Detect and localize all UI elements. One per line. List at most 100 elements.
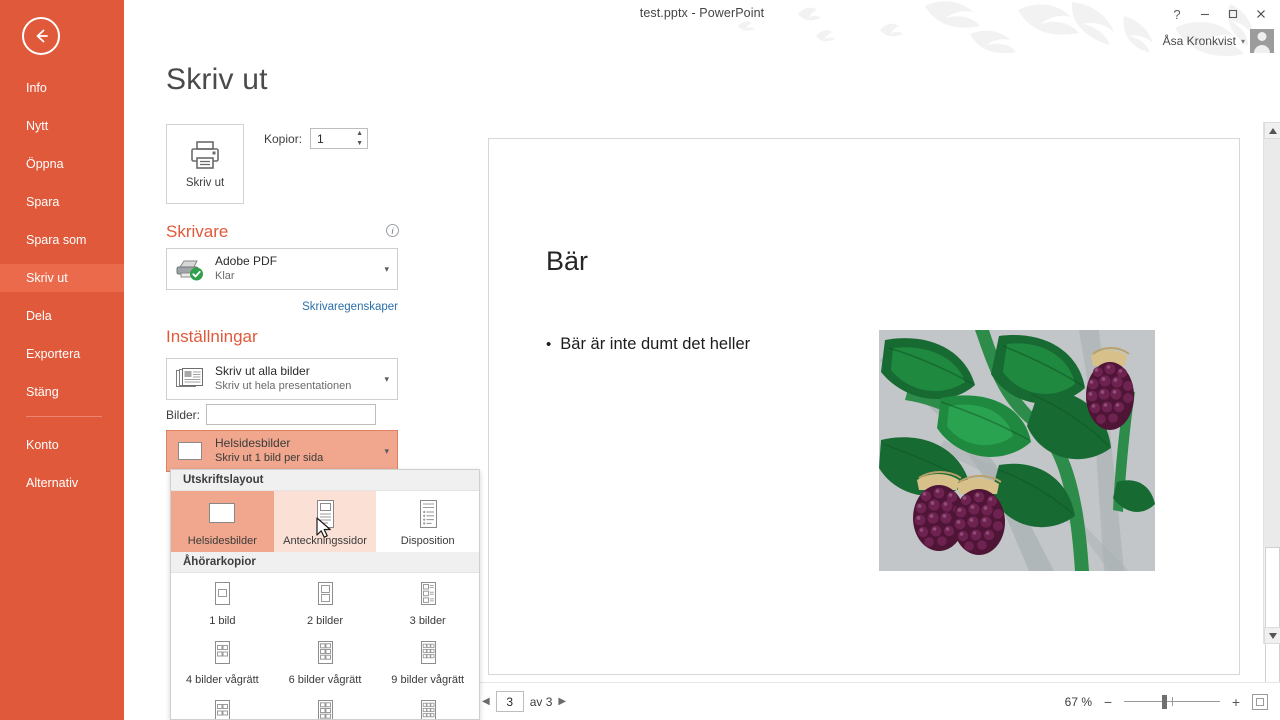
sidebar-item-label: Alternativ: [26, 476, 79, 490]
sidebar-item-spara[interactable]: Spara: [0, 188, 124, 216]
menu-item-handout-2[interactable]: 2 bilder: [274, 573, 377, 632]
sidebar-item-exportera[interactable]: Exportera: [0, 340, 124, 368]
sidebar-item-spara-som[interactable]: Spara som: [0, 226, 124, 254]
handout-4-horizontal-icon: [215, 641, 231, 664]
sidebar-item-label: Dela: [26, 309, 52, 323]
handout-row-3: [171, 691, 479, 719]
layout-select[interactable]: Helsidesbilder Skriv ut 1 bild per sida …: [166, 430, 398, 472]
window-controls: ?: [1164, 3, 1274, 25]
menu-item-handout-9-horizontal[interactable]: 9 bilder vågrätt: [376, 632, 479, 691]
previous-page-icon[interactable]: ◀: [482, 696, 490, 707]
chevron-down-icon[interactable]: ▾: [384, 264, 391, 275]
sidebar-item-dela[interactable]: Dela: [0, 302, 124, 330]
back-arrow-icon[interactable]: [22, 17, 60, 55]
spinner-down-icon[interactable]: ▼: [356, 140, 363, 147]
layout-primary: Helsidesbilder: [215, 436, 291, 450]
preview-scrollbar[interactable]: [1263, 122, 1280, 699]
sidebar-item-konto[interactable]: Konto: [0, 431, 124, 459]
restore-icon[interactable]: [1220, 3, 1246, 25]
account-area[interactable]: Åsa Kronkvist ▾: [1163, 29, 1274, 53]
help-icon[interactable]: ?: [1164, 3, 1190, 25]
status-bar: ◀ av 3 ▶ 67 % − +: [464, 682, 1280, 720]
window-title: test.pptx - PowerPoint: [639, 6, 765, 20]
minimize-icon[interactable]: [1192, 3, 1218, 25]
menu-item-disposition[interactable]: Disposition: [376, 491, 479, 552]
print-button[interactable]: Skriv ut: [166, 124, 244, 204]
spinner-arrows[interactable]: ▲ ▼: [356, 130, 363, 147]
slides-stack-icon: [173, 364, 207, 394]
dropdown-group-print-layout: Utskriftslayout: [171, 470, 479, 491]
sidebar-item-label: Konto: [26, 438, 59, 452]
page-count-label: av 3: [529, 694, 553, 709]
sidebar-item-alternativ[interactable]: Alternativ: [0, 469, 124, 497]
chevron-down-icon[interactable]: ▾: [384, 374, 391, 385]
layout-dropdown-menu: Utskriftslayout Helsidesbilder Antecknin…: [170, 469, 480, 720]
quantity-stepper[interactable]: 1 ▲ ▼: [310, 128, 369, 149]
zoom-slider-tick: [1172, 696, 1173, 706]
scroll-up-icon[interactable]: [1264, 122, 1280, 139]
menu-item-handout-6-horizontal[interactable]: 6 bilder vågrätt: [274, 632, 377, 691]
printer-text: Adobe PDF Klar: [215, 254, 376, 284]
menu-item-handout-4-horizontal[interactable]: 4 bilder vågrätt: [171, 632, 274, 691]
printer-status: Klar: [215, 270, 235, 282]
handout-6-horizontal-icon: [318, 641, 333, 664]
sidebar-item-stang[interactable]: Stäng: [0, 378, 124, 406]
sidebar-item-label: Spara som: [26, 233, 87, 247]
spinner-up-icon[interactable]: ▲: [356, 130, 363, 137]
sidebar-item-nytt[interactable]: Nytt: [0, 112, 124, 140]
fit-to-window-icon[interactable]: [1252, 693, 1268, 710]
sidebar-item-label: Info: [26, 81, 47, 95]
handout-row-2: 4 bilder vågrätt 6 bilder vågrätt 9 bild…: [171, 632, 479, 691]
menu-item-label: 2 bilder: [306, 615, 344, 627]
zoom-in-icon[interactable]: +: [1230, 694, 1242, 710]
sidebar-item-info[interactable]: Info: [0, 74, 124, 102]
menu-item-handout-3[interactable]: 3 bilder: [376, 573, 479, 632]
layout-text: Helsidesbilder Skriv ut 1 bild per sida: [215, 436, 376, 466]
bullet-mark: •: [546, 336, 552, 353]
chevron-down-icon[interactable]: ▾: [384, 446, 391, 457]
sidebar-item-label: Exportera: [26, 347, 81, 361]
zoom-slider-handle[interactable]: [1162, 694, 1167, 709]
print-range-select[interactable]: Skriv ut alla bilder Skriv ut hela prese…: [166, 358, 398, 400]
backstage-sidebar: Info Nytt Öppna Spara Spara som Skriv ut…: [0, 0, 124, 720]
menu-item-handout-6-vertical[interactable]: [274, 691, 377, 719]
menu-item-label: Helsidesbilder: [187, 535, 257, 547]
next-page-icon[interactable]: ▶: [558, 696, 566, 707]
slides-range-row: Bilder:: [166, 404, 377, 425]
sidebar-item-label: Öppna: [26, 157, 64, 171]
print-range-primary: Skriv ut alla bilder: [215, 364, 310, 378]
page-number-input[interactable]: [495, 691, 524, 712]
zoom-level-label: 67 %: [1064, 694, 1092, 709]
menu-item-label: 6 bilder vågrätt: [288, 674, 362, 686]
outline-icon: [419, 500, 437, 528]
sidebar-item-skriv-ut[interactable]: Skriv ut: [0, 264, 124, 292]
handout-1-icon: [215, 582, 231, 605]
menu-item-label: 9 bilder vågrätt: [391, 674, 465, 686]
sidebar-item-list: Info Nytt Öppna Spara Spara som Skriv ut…: [0, 74, 124, 507]
handout-3-icon: [420, 582, 436, 605]
menu-item-helsidesbilder[interactable]: Helsidesbilder: [171, 491, 274, 552]
slide-title: Bär: [546, 246, 589, 276]
slides-input[interactable]: [206, 404, 377, 425]
close-icon[interactable]: [1248, 3, 1274, 25]
scroll-down-icon[interactable]: [1264, 627, 1280, 644]
zoom-out-icon[interactable]: −: [1102, 694, 1114, 710]
scrollbar-thumb[interactable]: [1265, 547, 1280, 699]
printer-select[interactable]: Adobe PDF Klar ▾: [166, 248, 398, 290]
menu-item-handout-1[interactable]: 1 bild: [171, 573, 274, 632]
handout-2-icon: [318, 582, 333, 605]
menu-item-handout-4-vertical[interactable]: [171, 691, 274, 719]
scrollbar-track[interactable]: [1264, 139, 1280, 547]
powerpoint-backstage-print: test.pptx - PowerPoint ? Åsa Kronkvist ▾: [0, 0, 1280, 720]
info-icon[interactable]: i: [386, 224, 399, 237]
handout-row-1: 1 bild 2 bilder 3 bilder: [171, 573, 479, 632]
sidebar-item-oppna[interactable]: Öppna: [0, 150, 124, 178]
menu-item-label: 3 bilder: [409, 615, 446, 627]
printer-properties-link[interactable]: Skrivaregenskaper: [302, 301, 398, 313]
avatar[interactable]: [1250, 29, 1274, 53]
zoom-slider[interactable]: [1124, 694, 1220, 709]
menu-item-handout-9-vertical[interactable]: [376, 691, 479, 719]
dropdown-group-handouts: Åhörarkopior: [171, 552, 479, 573]
menu-item-label: 1 bild: [209, 615, 236, 627]
sidebar-bottom-strip: [0, 715, 124, 720]
